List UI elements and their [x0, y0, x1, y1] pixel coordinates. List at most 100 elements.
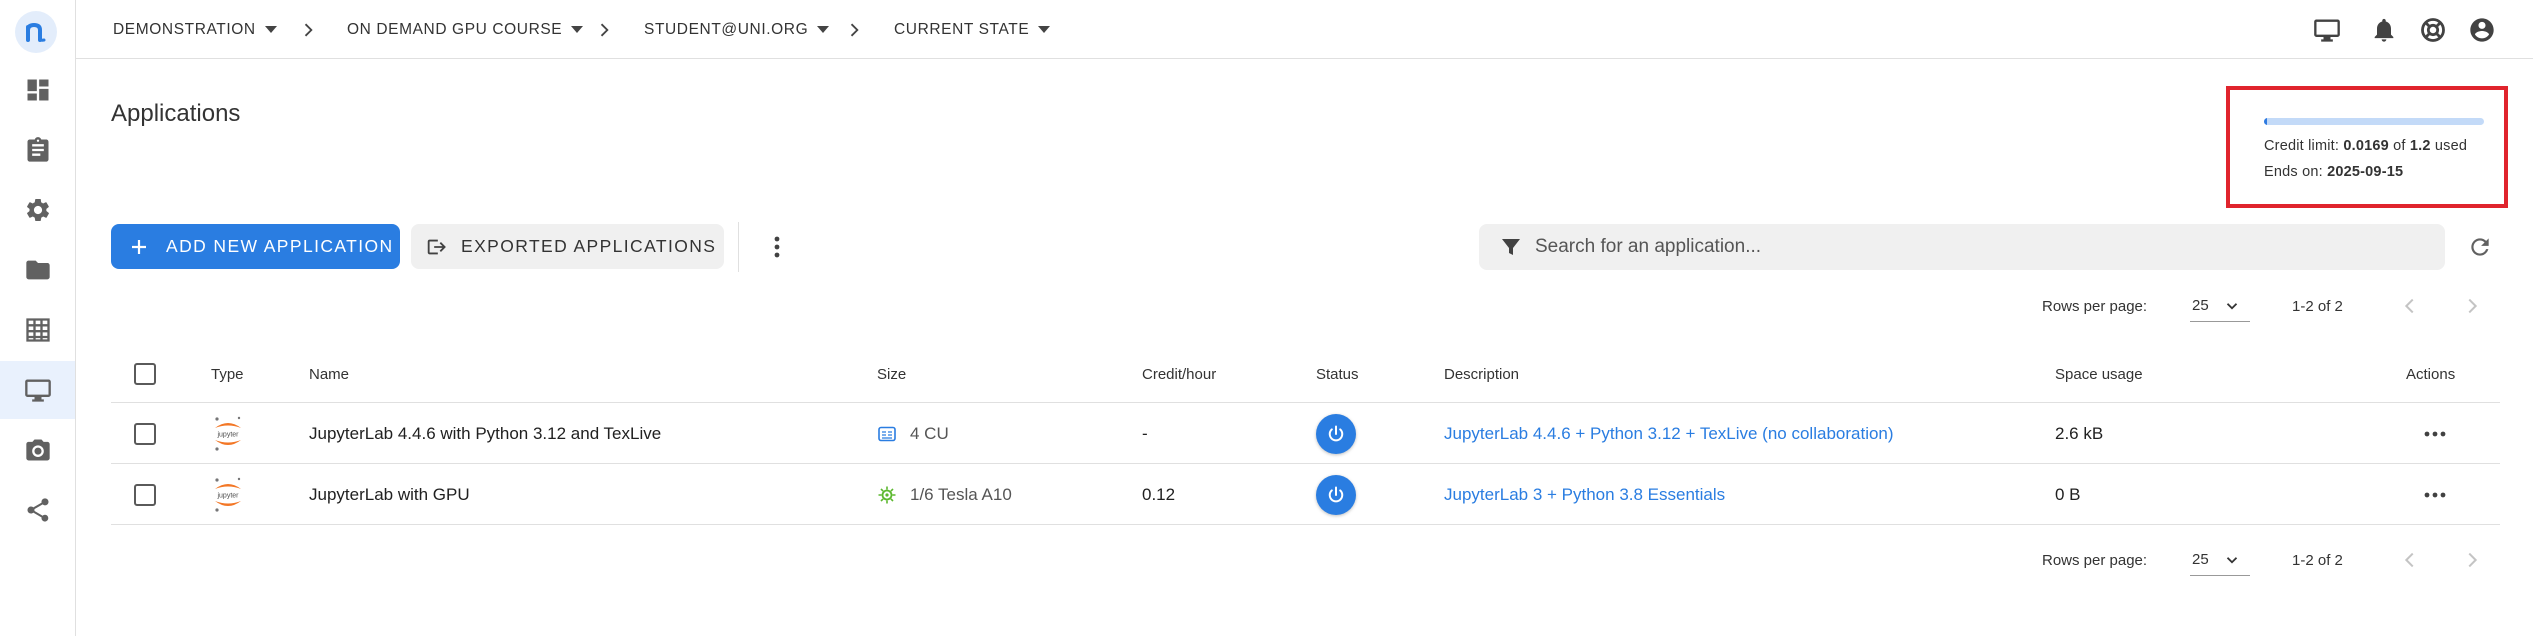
- next-page-button[interactable]: [2460, 294, 2484, 318]
- help-button[interactable]: [2416, 13, 2450, 47]
- caret-down-icon: [571, 26, 584, 33]
- cpu-icon: [878, 426, 896, 441]
- name-cell: JupyterLab with GPU: [309, 484, 470, 504]
- sidebar-item-files[interactable]: [0, 241, 75, 299]
- rows-per-page-value: 25: [2192, 297, 2209, 314]
- app-logo[interactable]: [15, 11, 57, 53]
- space-usage-cell: 2.6 kB: [2055, 423, 2104, 443]
- chevron-left-icon: [2404, 298, 2414, 314]
- page-title: Applications: [111, 100, 241, 127]
- table-icon: [25, 318, 50, 342]
- status-cell: [1316, 403, 1356, 464]
- row-checkbox[interactable]: [134, 422, 156, 445]
- column-header-description[interactable]: Description: [1444, 345, 1519, 403]
- add-new-application-button[interactable]: ADD NEW APPLICATION: [111, 224, 400, 269]
- exported-button-label: EXPORTED APPLICATIONS: [461, 236, 717, 256]
- chevron-left-icon: [2404, 552, 2414, 568]
- type-cell: jupyter: [211, 403, 245, 464]
- column-header-type[interactable]: Type: [211, 345, 244, 403]
- breadcrumb-workspace[interactable]: DEMONSTRATION: [113, 0, 277, 59]
- sidebar-item-tables[interactable]: [0, 301, 75, 359]
- description-link[interactable]: JupyterLab 4.4.6 + Python 3.12 + TexLive…: [1444, 424, 1894, 444]
- account-button[interactable]: [2465, 13, 2499, 47]
- exported-applications-button[interactable]: EXPORTED APPLICATIONS: [411, 224, 724, 269]
- logo-icon: [26, 22, 46, 42]
- sidebar: [0, 0, 76, 636]
- table-row[interactable]: jupyter JupyterLab 4.4.6 with Python 3.1…: [111, 403, 2500, 464]
- rows-per-page-select[interactable]: 25: [2190, 544, 2250, 576]
- sidebar-item-share[interactable]: [0, 481, 75, 539]
- monitor-icon: [2314, 19, 2340, 42]
- notifications-button[interactable]: [2367, 13, 2401, 47]
- column-header-status[interactable]: Status: [1316, 345, 1359, 403]
- chevron-down-icon: [2226, 556, 2237, 564]
- credit-limit-panel: Credit limit: 0.0169 of 1.2 used Ends on…: [2226, 86, 2508, 208]
- add-button-label: ADD NEW APPLICATION: [166, 236, 394, 256]
- gpu-icon: [878, 486, 896, 503]
- search-input[interactable]: [1535, 236, 2415, 258]
- power-icon: [1328, 486, 1344, 502]
- sessions-button[interactable]: [2310, 13, 2344, 47]
- row-actions-button[interactable]: [2419, 418, 2451, 450]
- help-icon: [2421, 18, 2445, 42]
- plus-icon: [132, 239, 146, 254]
- rows-per-page-label: Rows per page:: [2042, 551, 2148, 569]
- column-header-name[interactable]: Name: [309, 345, 349, 403]
- credit-suffix: used: [2434, 138, 2468, 154]
- clipboard-icon: [27, 137, 48, 162]
- refresh-button[interactable]: [2464, 231, 2496, 263]
- breadcrumb-label: STUDENT@UNI.ORG: [644, 20, 809, 38]
- select-all-cell: [134, 345, 156, 403]
- camera-icon: [25, 439, 50, 461]
- sidebar-item-settings[interactable]: [0, 181, 75, 239]
- rows-per-page-select[interactable]: 25: [2190, 290, 2250, 322]
- column-header-size[interactable]: Size: [877, 345, 906, 403]
- previous-page-button[interactable]: [2398, 548, 2422, 572]
- chevron-right-icon: [2468, 552, 2478, 568]
- pagination-range: 1-2 of 2: [2292, 297, 2343, 315]
- power-button[interactable]: [1316, 413, 1356, 454]
- column-header-space-usage[interactable]: Space usage: [2055, 345, 2143, 403]
- sidebar-item-dashboard[interactable]: [0, 61, 75, 119]
- jupyter-logo-icon: jupyter: [215, 477, 241, 512]
- more-options-button[interactable]: [762, 229, 792, 265]
- credit-used: 0.0169: [2343, 138, 2389, 154]
- row-actions-button[interactable]: [2419, 479, 2451, 511]
- column-header-credit-hour[interactable]: Credit/hour: [1142, 345, 1216, 403]
- bell-icon: [2374, 18, 2394, 42]
- table-row[interactable]: jupyter JupyterLab with GPU 1/6 Tesla A1…: [111, 464, 2500, 525]
- caret-down-icon: [817, 26, 830, 33]
- credit-hour-cell: -: [1142, 423, 1148, 443]
- breadcrumb-state[interactable]: CURRENT STATE: [894, 0, 1051, 59]
- power-button[interactable]: [1316, 474, 1356, 515]
- select-all-checkbox[interactable]: [134, 363, 156, 385]
- sidebar-item-snapshots[interactable]: [0, 421, 75, 479]
- description-cell: JupyterLab 3 + Python 3.8 Essentials: [1444, 464, 1725, 525]
- sidebar-item-applications[interactable]: [0, 361, 75, 419]
- dashboard-icon: [27, 79, 48, 101]
- chevron-right-icon: [600, 23, 609, 37]
- actions-cell: [2419, 403, 2451, 464]
- export-icon: [427, 239, 446, 254]
- rows-per-page-value: 25: [2192, 551, 2209, 568]
- chevron-right-icon: [304, 23, 313, 37]
- credit-limit-text: Credit limit: 0.0169 of 1.2 used: [2264, 138, 2467, 154]
- breadcrumb-user[interactable]: STUDENT@UNI.ORG: [644, 0, 830, 59]
- caret-down-icon: [264, 26, 277, 33]
- next-page-button[interactable]: [2460, 548, 2484, 572]
- credit-label: Credit limit:: [2264, 138, 2340, 154]
- size-cell: 1/6 Tesla A10: [877, 464, 1012, 525]
- more-horizontal-icon: [2424, 492, 2446, 497]
- previous-page-button[interactable]: [2398, 294, 2422, 318]
- credit-limit: 1.2: [2409, 138, 2431, 154]
- size-value: 4 CU: [910, 423, 949, 443]
- row-checkbox[interactable]: [134, 483, 156, 506]
- description-cell: JupyterLab 4.4.6 + Python 3.12 + TexLive…: [1444, 403, 1894, 464]
- jupyter-logo-text: jupyter: [216, 492, 239, 499]
- pagination-top: Rows per page: 25 1-2 of 2: [2042, 286, 2482, 326]
- power-icon: [1328, 425, 1344, 441]
- breadcrumb-course[interactable]: ON DEMAND GPU COURSE: [347, 0, 584, 59]
- filter-icon: [1502, 239, 1520, 255]
- description-link[interactable]: JupyterLab 3 + Python 3.8 Essentials: [1444, 485, 1725, 505]
- sidebar-item-assignments[interactable]: [0, 121, 75, 179]
